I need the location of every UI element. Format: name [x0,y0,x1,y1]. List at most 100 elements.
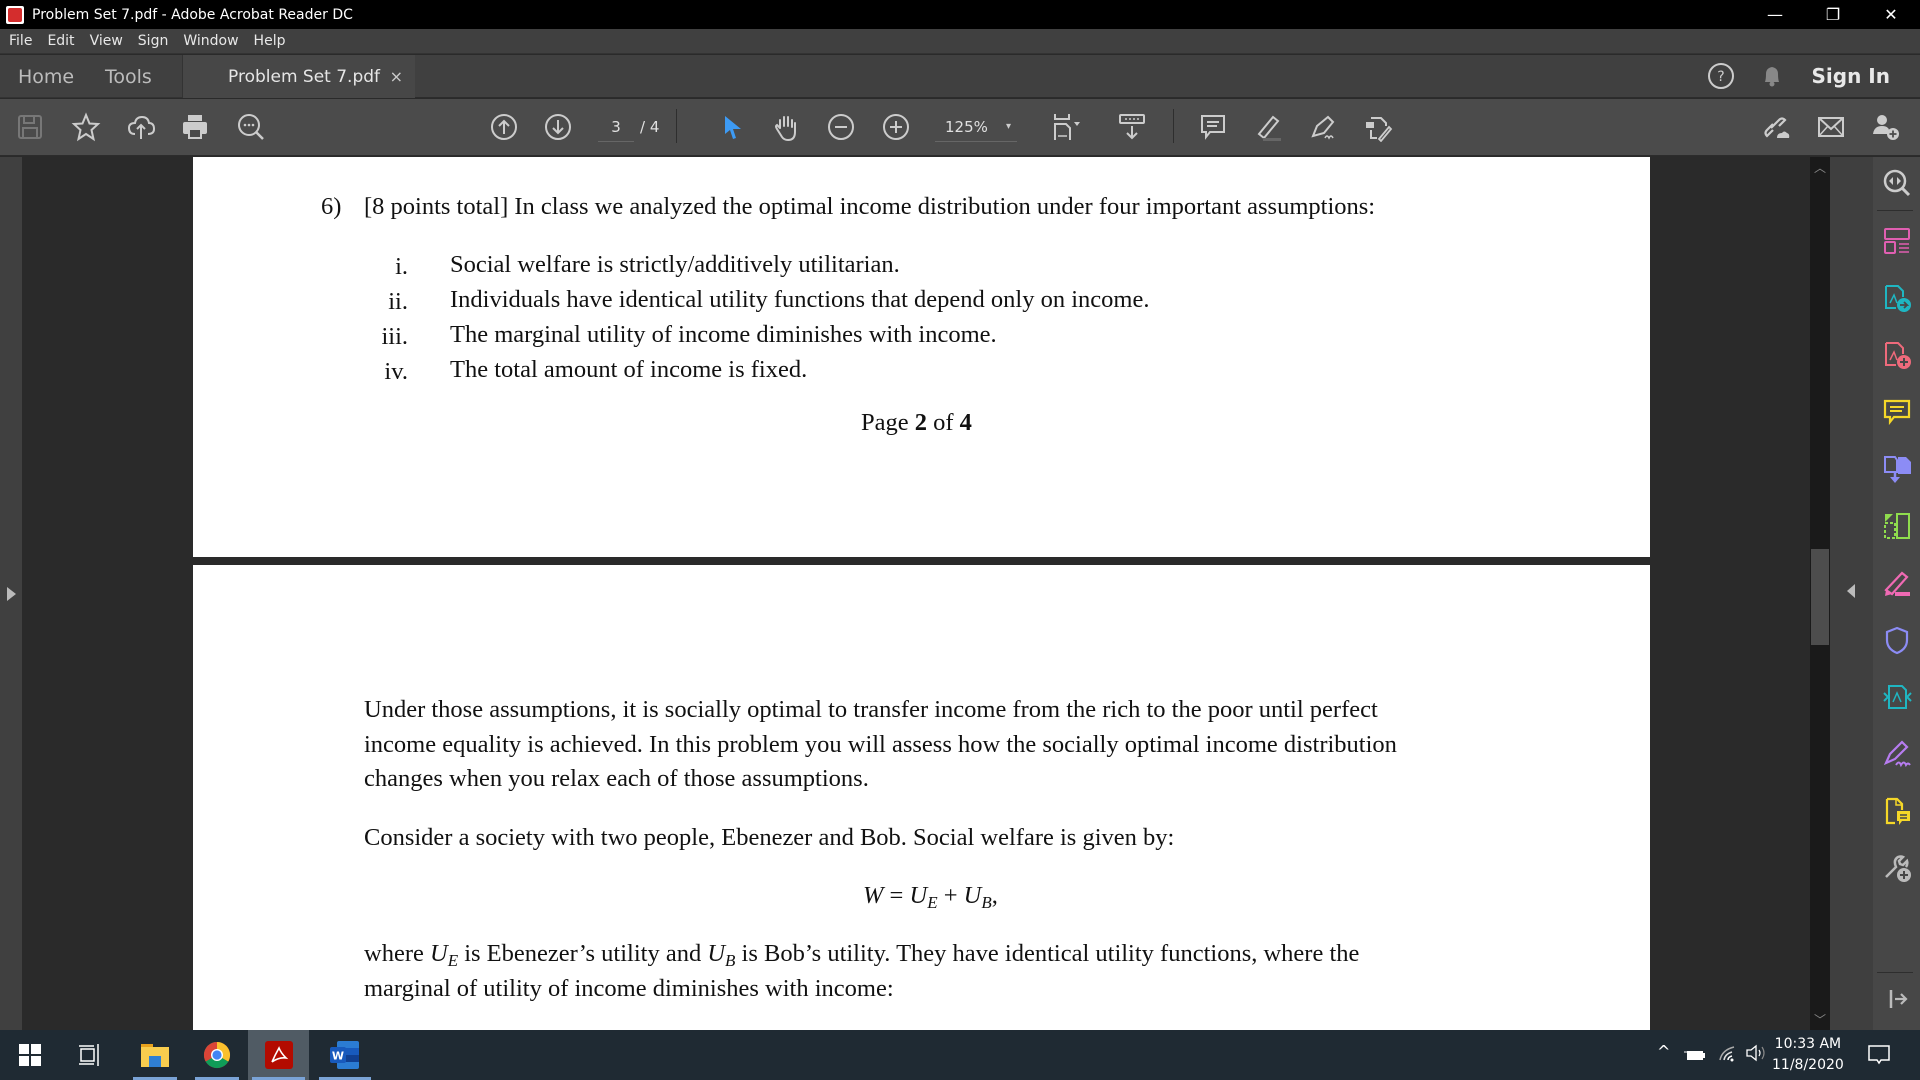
fit-page-icon[interactable] [1050,111,1082,143]
clock-date: 11/8/2020 [1772,1057,1844,1073]
assumption-numeral: ii. [388,288,408,315]
organize-pages-icon[interactable] [1881,225,1913,257]
highlight-pen-icon[interactable] [1252,111,1284,143]
email-icon[interactable] [1815,111,1847,143]
comment-tool-icon[interactable] [1881,396,1913,428]
system-clock[interactable]: 10:33 AM 11/8/2020 [1772,1034,1844,1076]
menu-view[interactable]: View [90,33,123,49]
scroll-down-icon[interactable]: ﹀ [1814,1011,1826,1028]
menu-help[interactable]: Help [254,33,286,49]
search-icon[interactable] [235,111,267,143]
menu-sign[interactable]: Sign [138,33,169,49]
export-pdf-icon[interactable] [1881,282,1913,314]
optimize-pdf-icon[interactable] [1881,681,1913,713]
assumption-text: The marginal utility of income diminishe… [450,321,997,348]
zoom-in-icon[interactable] [880,111,912,143]
volume-icon[interactable] [1745,1044,1767,1066]
bookmark-star-icon[interactable] [70,111,102,143]
svg-text:?: ? [1717,69,1724,85]
acrobat-button[interactable] [248,1030,309,1080]
zoom-out-icon[interactable] [825,111,857,143]
acrobat-app-icon [6,5,24,24]
fill-and-sign-icon[interactable] [1362,111,1394,143]
sign-in-button[interactable]: Sign In [1812,64,1890,88]
show-hidden-icons-button[interactable]: ^ [1657,1042,1670,1061]
question-number: 6) [321,193,342,220]
previous-page-icon[interactable] [488,111,520,143]
document-viewport[interactable]: 6) [8 points total] In class we analyzed… [22,157,1820,1030]
file-explorer-button[interactable] [129,1030,181,1080]
combine-files-icon[interactable] [1881,453,1913,485]
help-icon[interactable]: ? [1705,60,1737,92]
question-intro: [8 points total] In class we analyzed th… [364,193,1376,220]
task-view-icon [79,1044,99,1066]
assumption-text: The total amount of income is fixed. [450,356,808,383]
left-nav-panel[interactable] [0,157,22,1030]
expand-left-panel-icon[interactable] [7,587,16,601]
welfare-equation: W = UE + UB, [863,882,998,912]
svg-text:W: W [332,1050,344,1063]
next-page-icon[interactable] [542,111,574,143]
protect-shield-icon[interactable] [1881,624,1913,656]
assumption-text: Social welfare is strictly/additively ut… [450,251,900,278]
create-pdf-icon[interactable] [1881,339,1913,371]
assumption-numeral: iii. [381,323,408,350]
cloud-upload-icon[interactable] [125,111,157,143]
menu-bar: File Edit View Sign Window Help [0,29,1920,54]
action-center-icon[interactable] [1868,1044,1890,1070]
select-tool-cursor-icon[interactable] [716,111,748,143]
collapse-right-panel-icon[interactable] [1847,584,1855,598]
windows-logo-icon [19,1044,41,1066]
chrome-button[interactable] [191,1030,243,1080]
tab-bar: Home Tools Problem Set 7.pdf × ? Sign In [0,55,1920,98]
more-tools-icon[interactable] [1881,852,1913,884]
restore-button[interactable]: ❐ [1804,0,1862,29]
scrolling-mode-icon[interactable] [1116,111,1148,143]
request-signature-icon[interactable] [1881,738,1913,770]
share-link-icon[interactable] [1760,111,1792,143]
scrollbar-thumb[interactable] [1811,549,1829,645]
page-footer: Page 2 of 4 [861,409,972,436]
wifi-icon[interactable] [1718,1044,1738,1066]
chrome-icon [203,1041,231,1069]
menu-window[interactable]: Window [183,33,238,49]
acrobat-icon [264,1041,293,1069]
vertical-scrollbar[interactable]: ︿ ﹀ [1810,157,1830,1030]
task-view-button[interactable] [65,1030,115,1080]
battery-icon[interactable] [1684,1047,1706,1066]
window-title: Problem Set 7.pdf - Adobe Acrobat Reader… [32,6,353,23]
send-for-comments-icon[interactable] [1881,795,1913,827]
start-button[interactable] [5,1030,55,1080]
tab-tools[interactable]: Tools [105,55,152,98]
pdf-page-3: Under those assumptions, it is socially … [193,565,1650,1030]
hand-tool-icon[interactable] [770,111,802,143]
fill-sign-tool-icon[interactable] [1881,567,1913,599]
menu-file[interactable]: File [9,33,32,49]
zoom-level-select[interactable]: 125% ▾ [935,112,1017,142]
enhance-search-icon[interactable] [1881,167,1913,199]
notifications-bell-icon[interactable] [1756,60,1788,92]
save-icon[interactable] [14,111,46,143]
paragraph-line: Under those assumptions, it is socially … [364,696,1378,723]
windows-taskbar: W ^ 10:33 AM 11/8/2020 [0,1030,1920,1080]
word-button[interactable]: W [315,1030,375,1080]
compare-files-icon[interactable] [1881,510,1913,542]
add-user-icon[interactable] [1870,111,1902,143]
page-number-input[interactable]: 3 [598,112,634,142]
menu-edit[interactable]: Edit [47,33,74,49]
comment-icon[interactable] [1197,111,1229,143]
close-tab-icon[interactable]: × [390,67,403,86]
paragraph-line: where UE is Ebenezer’s utility and UB is… [364,940,1360,970]
collapse-panel-icon[interactable] [1881,983,1913,1015]
title-bar: Problem Set 7.pdf - Adobe Acrobat Reader… [0,0,1920,29]
print-icon[interactable] [179,111,211,143]
close-window-button[interactable]: ✕ [1862,0,1920,29]
scroll-up-icon[interactable]: ︿ [1814,159,1826,176]
folder-icon [141,1044,169,1067]
minimize-button[interactable]: — [1746,0,1804,29]
chevron-down-icon: ▾ [1005,121,1011,132]
tab-home[interactable]: Home [18,55,74,98]
toolbar: 3 / 4 125% ▾ [0,99,1920,156]
tab-document[interactable]: Problem Set 7.pdf × [183,55,415,98]
sign-pen-icon[interactable] [1307,111,1339,143]
